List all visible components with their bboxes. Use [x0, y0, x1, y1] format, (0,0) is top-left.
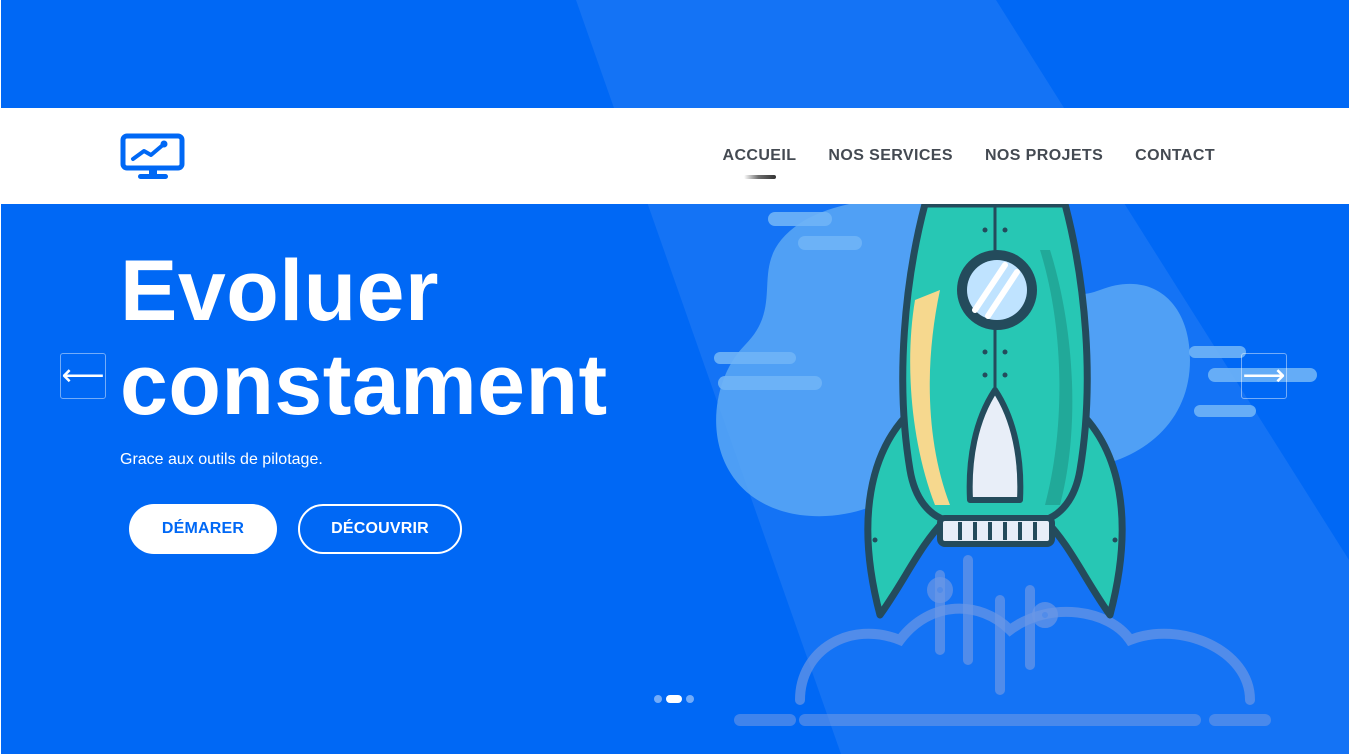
- discover-button[interactable]: DÉCOUVRIR: [298, 504, 462, 554]
- monitor-chart-icon[interactable]: [120, 133, 186, 181]
- slide-dot-2[interactable]: [666, 695, 682, 703]
- hero-title-line-2: constament: [120, 337, 608, 433]
- slide-dot-1[interactable]: [654, 695, 662, 703]
- nav-item-nos-projets[interactable]: NOS PROJETS: [985, 147, 1103, 165]
- nav-item-accueil[interactable]: ACCUEIL: [722, 147, 797, 179]
- hero-title-line-1: Evoluer: [120, 243, 439, 339]
- slider-prev-button[interactable]: ⟵: [60, 353, 106, 399]
- nav-item-nos-services[interactable]: NOS SERVICES: [828, 147, 953, 165]
- nav-item-label: ACCUEIL: [722, 147, 797, 164]
- slider-pagination: [654, 695, 694, 703]
- navbar: ACCUEIL NOS SERVICES NOS PROJETS CONTACT: [1, 108, 1349, 204]
- nav-item-contact[interactable]: CONTACT: [1135, 147, 1215, 165]
- nav-item-label: CONTACT: [1135, 147, 1215, 164]
- hero-subtitle: Grace aux outils de pilotage.: [120, 451, 323, 468]
- slider-next-button[interactable]: ⟶: [1241, 353, 1287, 399]
- arrow-right-icon: ⟶: [1242, 359, 1286, 392]
- slide-dot-3[interactable]: [686, 695, 694, 703]
- nav-item-label: NOS SERVICES: [828, 147, 953, 164]
- rocket-illustration: [714, 204, 1317, 726]
- arrow-left-icon: ⟵: [61, 359, 105, 392]
- main-nav: ACCUEIL NOS SERVICES NOS PROJETS CONTACT: [722, 108, 1215, 204]
- start-button[interactable]: DÉMARER: [129, 504, 277, 554]
- hero-title: Evoluer constament: [120, 244, 608, 432]
- active-nav-indicator: [744, 175, 777, 179]
- nav-item-label: NOS PROJETS: [984, 147, 1104, 164]
